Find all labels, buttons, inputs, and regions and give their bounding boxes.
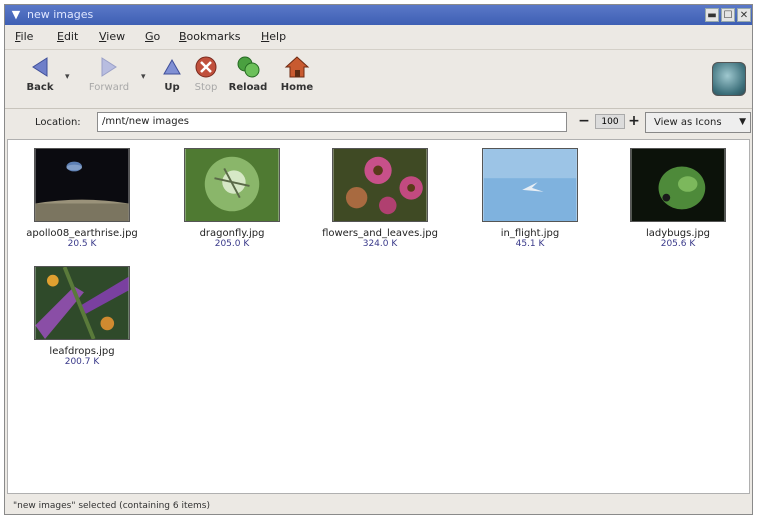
close-icon[interactable]: ✕: [737, 8, 751, 22]
file-item[interactable]: dragonfly.jpg 205.0 K: [162, 148, 302, 249]
window-menu-icon[interactable]: ▼: [9, 8, 23, 22]
location-input[interactable]: /mnt/new images: [97, 112, 567, 132]
file-name: leafdrops.jpg: [49, 346, 115, 357]
image-thumbnail: [482, 148, 578, 222]
maximize-icon[interactable]: ☐: [721, 8, 735, 22]
chevron-down-icon: ▼: [739, 117, 746, 127]
location-bar: Location: /mnt/new images − 100 + View a…: [5, 109, 752, 137]
stop-icon: [195, 56, 217, 78]
up-button[interactable]: Up: [157, 54, 187, 93]
view-as-label: View as Icons: [654, 117, 722, 128]
file-size: 324.0 K: [362, 239, 398, 249]
file-size: 200.7 K: [64, 357, 100, 367]
back-arrow-icon: [32, 57, 48, 77]
reload-button[interactable]: Reload: [227, 54, 269, 93]
minimize-icon[interactable]: ▬: [705, 8, 719, 22]
activity-throbber-icon: [712, 62, 746, 96]
forward-button[interactable]: Forward: [81, 54, 137, 93]
status-text: "new images" selected (containing 6 item…: [13, 501, 210, 511]
menu-bar: File Edit View Go Bookmarks Help: [5, 25, 752, 47]
reload-icon: [237, 56, 260, 78]
home-label: Home: [280, 82, 314, 93]
image-thumbnail: [34, 266, 130, 340]
up-label: Up: [164, 82, 180, 93]
menu-bookmarks[interactable]: Bookmarks: [179, 30, 240, 43]
stop-button[interactable]: Stop: [189, 54, 223, 93]
menu-file[interactable]: File: [15, 30, 33, 43]
toolbar: Back ▾ Forward ▾ Up Stop Reload Home: [5, 49, 752, 109]
home-icon: [284, 56, 310, 78]
file-item[interactable]: ladybugs.jpg 205.6 K: [608, 148, 748, 249]
zoom-level[interactable]: 100: [595, 114, 625, 129]
file-name: apollo08_earthrise.jpg: [26, 228, 138, 239]
file-size: 45.1 K: [515, 239, 545, 249]
file-size: 205.0 K: [214, 239, 250, 249]
image-thumbnail: [184, 148, 280, 222]
reload-label: Reload: [228, 82, 268, 93]
back-label: Back: [26, 82, 54, 93]
back-history-dropdown[interactable]: ▾: [65, 72, 70, 82]
menu-view[interactable]: View: [99, 30, 125, 43]
image-thumbnail: [332, 148, 428, 222]
status-bar: "new images" selected (containing 6 item…: [5, 496, 752, 514]
icon-view[interactable]: apollo08_earthrise.jpg 20.5 K dragonfly.…: [7, 139, 750, 494]
up-arrow-icon: [163, 58, 181, 75]
zoom-in-button[interactable]: +: [627, 114, 641, 128]
file-manager-window: ▼ new images ▬ ☐ ✕ File Edit View Go Boo…: [4, 4, 753, 515]
menu-go[interactable]: Go: [145, 30, 160, 43]
image-thumbnail: [630, 148, 726, 222]
file-name: dragonfly.jpg: [199, 228, 265, 239]
location-label: Location:: [35, 117, 81, 128]
zoom-out-button[interactable]: −: [577, 114, 591, 128]
forward-arrow-icon: [101, 57, 117, 77]
menu-edit[interactable]: Edit: [57, 30, 78, 43]
file-item[interactable]: in_flight.jpg 45.1 K: [460, 148, 600, 249]
file-name: ladybugs.jpg: [645, 228, 711, 239]
forward-label: Forward: [88, 82, 130, 93]
window-title: new images: [27, 8, 94, 21]
stop-label: Stop: [194, 82, 218, 93]
file-size: 205.6 K: [660, 239, 696, 249]
file-name: in_flight.jpg: [500, 228, 560, 239]
file-name: flowers_and_leaves.jpg: [322, 228, 438, 239]
view-as-select[interactable]: View as Icons ▼: [645, 112, 751, 133]
menu-help[interactable]: Help: [261, 30, 286, 43]
file-item[interactable]: flowers_and_leaves.jpg 324.0 K: [310, 148, 450, 249]
back-button[interactable]: Back: [19, 54, 61, 93]
file-size: 20.5 K: [67, 239, 97, 249]
home-button[interactable]: Home: [277, 54, 317, 93]
title-bar[interactable]: ▼ new images ▬ ☐ ✕: [5, 5, 752, 25]
forward-history-dropdown[interactable]: ▾: [141, 72, 146, 82]
file-item[interactable]: leafdrops.jpg 200.7 K: [12, 266, 152, 367]
file-item[interactable]: apollo08_earthrise.jpg 20.5 K: [12, 148, 152, 249]
image-thumbnail: [34, 148, 130, 222]
